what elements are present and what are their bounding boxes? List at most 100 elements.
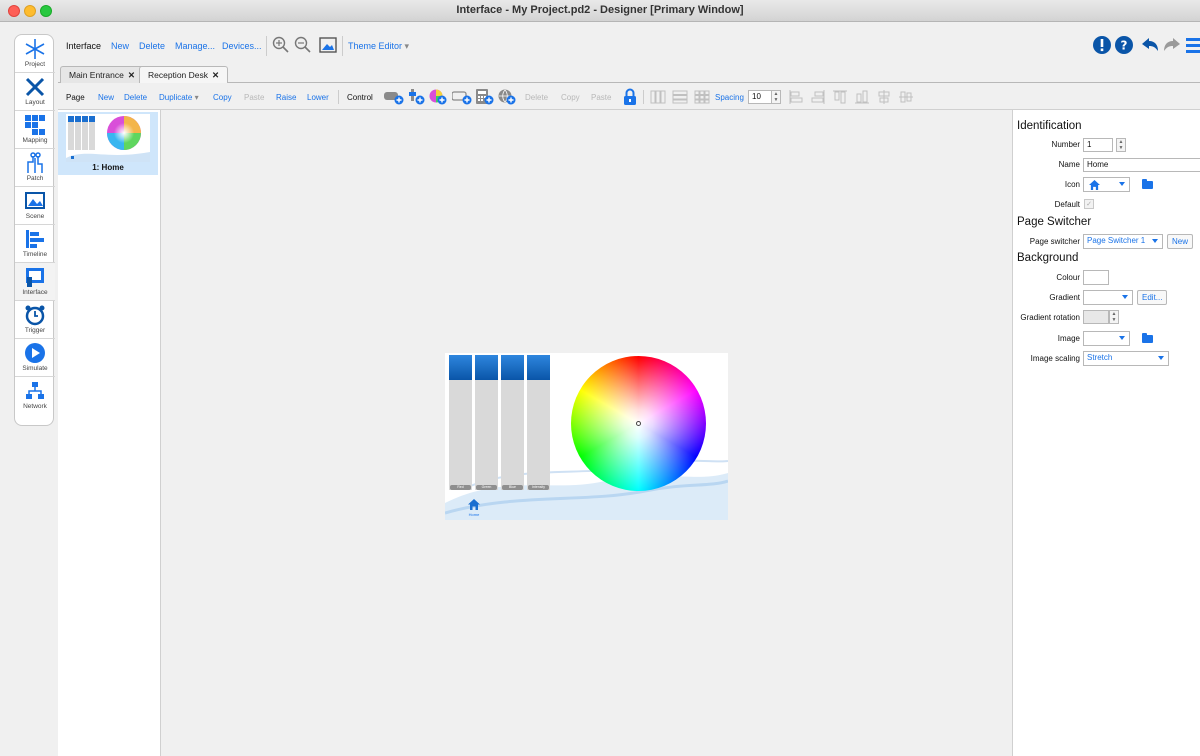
page-toolbar: Page New Delete Duplicate ▾ Copy Paste R… [58, 84, 1200, 110]
add-keypad-control-icon[interactable] [476, 89, 494, 105]
mode-scene[interactable]: Scene [15, 187, 55, 225]
mode-project[interactable]: Project [15, 35, 55, 73]
fader-label: Intensity [528, 485, 549, 490]
fader-green[interactable]: Green [475, 355, 498, 490]
designer-window: Interface - My Project.pd2 - Designer [P… [0, 0, 1200, 756]
image-scaling-select[interactable]: Stretch [1083, 351, 1169, 366]
folder-icon[interactable] [1142, 179, 1153, 189]
lock-icon[interactable] [623, 88, 637, 106]
control-paste-button[interactable]: Paste [591, 93, 611, 102]
zoom-in-icon[interactable] [272, 36, 290, 54]
default-checkbox[interactable]: ✓ [1084, 199, 1094, 209]
number-stepper[interactable]: ▲ ▼ [1116, 138, 1126, 152]
fader-blue[interactable]: Blue [501, 355, 524, 490]
menu-icon[interactable] [1186, 37, 1200, 53]
fader-intensity[interactable]: Intensity [527, 355, 550, 490]
fader-handle[interactable] [527, 355, 550, 380]
gradient-rotation-label: Gradient rotation [1020, 313, 1080, 322]
raise-button[interactable]: Raise [276, 93, 296, 102]
page-copy-button[interactable]: Copy [213, 93, 232, 102]
add-web-control-icon[interactable] [498, 89, 516, 105]
home-page-button[interactable]: Home [463, 499, 485, 517]
theme-editor-label: Theme Editor [348, 41, 403, 51]
new-button[interactable]: New [111, 41, 129, 51]
design-canvas[interactable]: Red Green Blue Intensity Home [162, 110, 1011, 756]
redo-icon[interactable] [1162, 36, 1182, 54]
page-switcher-heading: Page Switcher [1017, 216, 1092, 228]
colour-wheel[interactable] [571, 356, 706, 491]
gradient-rotation-input[interactable] [1083, 310, 1109, 324]
fader-handle[interactable] [501, 355, 524, 380]
manage-button[interactable]: Manage... [175, 41, 215, 51]
mode-simulate[interactable]: Simulate [15, 339, 55, 377]
spacing-input[interactable]: 10 [748, 90, 772, 104]
add-button-control-icon[interactable] [384, 90, 404, 105]
tab-main-entrance[interactable]: Main Entrance ✕ [60, 66, 144, 83]
page-duplicate-button[interactable]: Duplicate ▾ [159, 93, 199, 102]
mode-mapping[interactable]: Mapping [15, 111, 55, 149]
mode-trigger[interactable]: Trigger [15, 301, 55, 339]
align-bottom-icon[interactable] [854, 89, 870, 105]
columns-icon[interactable] [650, 90, 666, 104]
page-delete-button[interactable]: Delete [124, 93, 147, 102]
fader-label: Green [476, 485, 497, 490]
page-paste-button[interactable]: Paste [244, 93, 264, 102]
help-icon[interactable]: ? [1114, 35, 1134, 55]
colour-swatch[interactable] [1083, 270, 1109, 285]
icon-label: Icon [1064, 180, 1080, 189]
mode-label: Mapping [22, 137, 48, 144]
colour-picker-handle[interactable] [636, 421, 641, 426]
icon-select[interactable] [1083, 177, 1130, 192]
control-copy-button[interactable]: Copy [561, 93, 580, 102]
rows-icon[interactable] [672, 90, 688, 104]
page-thumbnail-home[interactable]: 1: Home [58, 112, 158, 175]
add-colour-wheel-icon[interactable] [429, 89, 447, 105]
chevron-down-icon [1152, 239, 1158, 243]
close-icon[interactable]: ✕ [212, 70, 219, 80]
tab-reception-desk[interactable]: Reception Desk ✕ [139, 66, 229, 83]
fader-handle[interactable] [449, 355, 472, 380]
close-icon[interactable]: ✕ [128, 70, 135, 80]
control-delete-button[interactable]: Delete [525, 93, 548, 102]
zoom-out-icon[interactable] [294, 36, 312, 54]
align-center-horizontal-icon[interactable] [898, 89, 914, 105]
mode-sidebar: Project Layout Mapping Patch Scene Timel… [14, 34, 55, 426]
edit-gradient-button[interactable]: Edit... [1137, 290, 1168, 305]
gradient-select[interactable] [1083, 290, 1133, 305]
align-left-icon[interactable] [788, 89, 804, 105]
page-switcher-select[interactable]: Page Switcher 1 [1083, 234, 1163, 249]
mode-interface[interactable]: Interface [15, 263, 55, 301]
devices-button[interactable]: Devices... [222, 41, 262, 51]
theme-editor-button[interactable]: Theme Editor ▾ [348, 41, 409, 52]
page-new-button[interactable]: New [98, 93, 114, 102]
mode-network[interactable]: Network [15, 377, 55, 415]
align-top-icon[interactable] [832, 89, 848, 105]
image-select[interactable] [1083, 331, 1130, 346]
mode-layout[interactable]: Layout [15, 73, 55, 111]
undo-icon[interactable] [1140, 36, 1160, 54]
add-label-control-icon[interactable] [452, 90, 472, 105]
fader-handle[interactable] [475, 355, 498, 380]
name-input[interactable]: Home [1083, 158, 1200, 172]
page-preview[interactable]: Red Green Blue Intensity Home [445, 353, 728, 520]
grid-layout-icon[interactable] [694, 90, 710, 104]
number-input[interactable]: 1 [1083, 138, 1113, 152]
new-page-switcher-button[interactable]: New [1167, 234, 1194, 249]
gradient-rotation-stepper[interactable]: ▲ ▼ [1109, 310, 1119, 324]
mode-patch[interactable]: Patch [15, 149, 55, 187]
align-right-icon[interactable] [810, 89, 826, 105]
lower-button[interactable]: Lower [307, 93, 329, 102]
folder-icon[interactable] [1142, 333, 1153, 343]
page-switcher-label: Page switcher [1029, 237, 1080, 246]
delete-button[interactable]: Delete [139, 41, 165, 51]
add-fader-control-icon[interactable] [408, 89, 426, 105]
fader-red[interactable]: Red [449, 355, 472, 490]
mode-timeline[interactable]: Timeline [15, 225, 55, 263]
default-label: Default [1054, 200, 1080, 209]
timeline-icon [26, 230, 44, 248]
spacing-stepper[interactable]: ▲ ▼ [771, 90, 781, 104]
align-center-vertical-icon[interactable] [876, 89, 892, 105]
alert-icon[interactable] [1092, 35, 1112, 55]
toolbar-divider [643, 90, 644, 104]
zoom-fit-icon[interactable] [318, 35, 338, 55]
